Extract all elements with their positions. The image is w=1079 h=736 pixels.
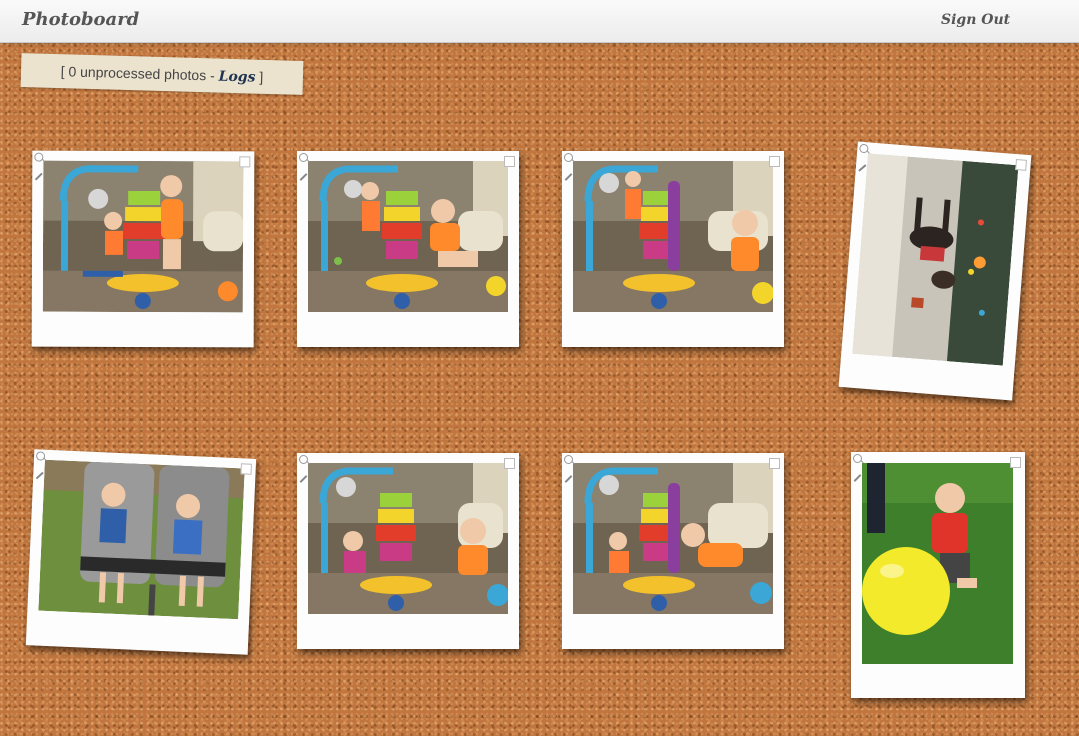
brand-logo-link[interactable]: Photoboard (22, 9, 139, 30)
photo-select-checkbox[interactable] (1015, 159, 1028, 171)
dog-photo (852, 153, 1019, 366)
photo-select-checkbox[interactable] (504, 458, 515, 469)
zoom-icon[interactable] (859, 143, 869, 154)
status-close-bracket: ] (255, 68, 264, 85)
logs-link[interactable]: Logs (218, 69, 255, 86)
photo-select-checkbox[interactable] (769, 156, 780, 167)
photo-caption[interactable] (573, 623, 773, 641)
photo-select-checkbox[interactable] (769, 458, 780, 469)
photo-select-checkbox[interactable] (240, 463, 252, 475)
zoom-icon[interactable] (564, 455, 573, 464)
pencil-icon[interactable] (564, 173, 573, 181)
top-nav-bar: Photoboard Sign Out (0, 0, 1079, 43)
unprocessed-status-note: [ 0 unprocessed photos - Logs ] (20, 53, 304, 95)
photo-caption[interactable] (43, 321, 243, 340)
pencil-icon[interactable] (853, 474, 862, 482)
photo-card-6[interactable] (297, 453, 519, 649)
sign-out-link[interactable]: Sign Out (941, 12, 1010, 28)
yellow-ball-photo (862, 463, 1013, 664)
zoom-icon[interactable] (564, 153, 573, 162)
pencil-icon[interactable] (299, 475, 308, 483)
zoom-icon[interactable] (299, 455, 308, 464)
photo-caption[interactable] (850, 362, 1003, 392)
pencil-icon[interactable] (34, 172, 43, 181)
photo-card-5[interactable] (25, 449, 257, 655)
pencil-icon[interactable] (858, 164, 867, 172)
photo-select-checkbox[interactable] (504, 156, 515, 167)
photo-card-8[interactable] (851, 452, 1025, 698)
unprocessed-count-text: 0 unprocessed photos - (68, 63, 219, 84)
photo-caption[interactable] (308, 321, 508, 339)
playroom-photo (308, 463, 508, 614)
zoom-icon[interactable] (853, 454, 862, 463)
zoom-icon[interactable] (299, 153, 308, 162)
playroom-photo (573, 161, 773, 312)
zoom-icon[interactable] (35, 451, 46, 461)
pencil-icon[interactable] (299, 173, 308, 181)
zoom-icon[interactable] (34, 152, 44, 162)
photo-caption[interactable] (308, 623, 508, 641)
photo-select-checkbox[interactable] (1010, 457, 1021, 468)
pencil-icon[interactable] (35, 471, 44, 480)
photo-card-1[interactable] (31, 150, 255, 348)
stroller-photo (38, 459, 245, 620)
photo-card-4[interactable] (838, 141, 1032, 401)
photo-caption[interactable] (573, 321, 773, 339)
photo-select-checkbox[interactable] (239, 156, 251, 168)
playroom-photo (42, 160, 244, 313)
photo-caption[interactable] (37, 620, 238, 647)
photo-card-3[interactable] (562, 151, 784, 347)
playroom-photo (573, 463, 773, 614)
photo-card-2[interactable] (297, 151, 519, 347)
playroom-photo (308, 161, 508, 312)
photo-card-7[interactable] (562, 453, 784, 649)
photo-caption[interactable] (862, 672, 1014, 690)
pencil-icon[interactable] (564, 475, 573, 483)
